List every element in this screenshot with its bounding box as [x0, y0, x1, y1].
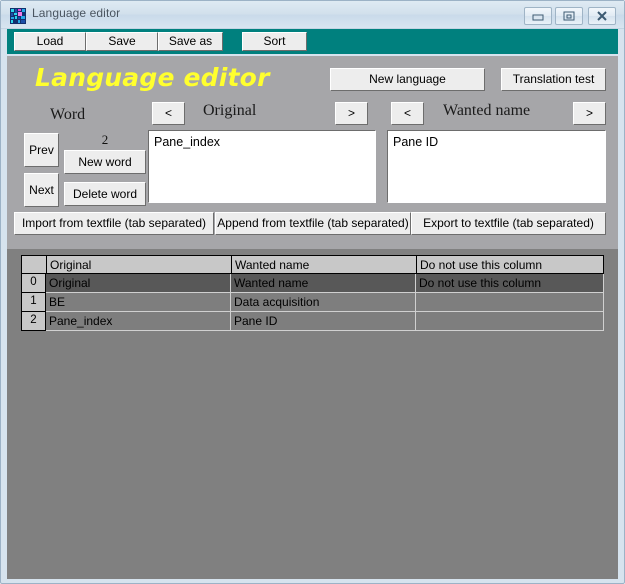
new-language-button[interactable]: New language [330, 68, 485, 91]
cell-original[interactable]: BE [46, 293, 231, 312]
wanted-prev-button[interactable]: < [391, 102, 424, 125]
toolbar: Load Save Save as Sort [7, 29, 618, 54]
table-panel: Original Wanted name Do not use this col… [7, 249, 618, 579]
minimize-icon [532, 14, 544, 21]
cell-original[interactable]: Original [46, 274, 231, 293]
wanted-next-button[interactable]: > [573, 102, 606, 125]
cell-wanted-name[interactable]: Pane ID [231, 312, 416, 331]
save-as-button[interactable]: Save as [158, 32, 223, 51]
row-index: 0 [21, 274, 46, 293]
export-to-textfile-button[interactable]: Export to textfile (tab separated) [411, 212, 606, 235]
cell-do-not-use[interactable]: Do not use this column [416, 274, 604, 293]
delete-word-button[interactable]: Delete word [64, 182, 146, 206]
new-word-button[interactable]: New word [64, 150, 146, 174]
title-bar: Language editor [1, 1, 624, 29]
wanted-name-text-input[interactable] [387, 130, 606, 203]
maximize-button[interactable] [555, 7, 583, 25]
table-header-row: Original Wanted name Do not use this col… [21, 255, 604, 274]
append-from-textfile-button[interactable]: Append from textfile (tab separated) [215, 212, 411, 235]
original-text-input[interactable] [148, 130, 376, 203]
table-row[interactable]: 0 Original Wanted name Do not use this c… [21, 274, 604, 293]
row-index: 1 [21, 293, 46, 312]
word-section-label: Word [50, 106, 86, 123]
application-window: Language editor Load Save Save as Sort L… [0, 0, 625, 584]
import-from-textfile-button[interactable]: Import from textfile (tab separated) [14, 212, 214, 235]
maximize-icon [563, 11, 575, 21]
cell-do-not-use[interactable] [416, 312, 604, 331]
load-button[interactable]: Load [14, 32, 86, 51]
translation-table[interactable]: Original Wanted name Do not use this col… [21, 255, 604, 331]
cell-do-not-use[interactable] [416, 293, 604, 312]
table-row[interactable]: 2 Pane_index Pane ID [21, 312, 604, 331]
editor-panel: Language editor Word 2 Prev Next New wor… [7, 56, 618, 249]
cell-original[interactable]: Pane_index [46, 312, 231, 331]
column-header-do-not-use[interactable]: Do not use this column [416, 255, 604, 274]
app-icon [10, 8, 26, 24]
original-prev-button[interactable]: < [152, 102, 185, 125]
next-word-button[interactable]: Next [24, 173, 59, 207]
prev-word-button[interactable]: Prev [24, 133, 59, 167]
table-row[interactable]: 1 BE Data acquisition [21, 293, 604, 312]
column-header-original[interactable]: Original [46, 255, 231, 274]
window-title: Language editor [32, 6, 121, 20]
column-header-wanted-name[interactable]: Wanted name [231, 255, 416, 274]
row-index: 2 [21, 312, 46, 331]
wanted-name-label: Wanted name [443, 102, 531, 119]
header-index-corner [21, 255, 46, 274]
sort-button[interactable]: Sort [242, 32, 307, 51]
original-next-button[interactable]: > [335, 102, 368, 125]
save-button[interactable]: Save [86, 32, 158, 51]
cell-wanted-name[interactable]: Wanted name [231, 274, 416, 293]
translation-test-button[interactable]: Translation test [501, 68, 606, 91]
original-label: Original [203, 102, 257, 119]
close-button[interactable] [588, 7, 616, 25]
word-counter: 2 [101, 132, 109, 147]
close-icon [597, 11, 607, 21]
minimize-button[interactable] [524, 7, 552, 25]
page-title: Language editor [35, 63, 270, 92]
cell-wanted-name[interactable]: Data acquisition [231, 293, 416, 312]
